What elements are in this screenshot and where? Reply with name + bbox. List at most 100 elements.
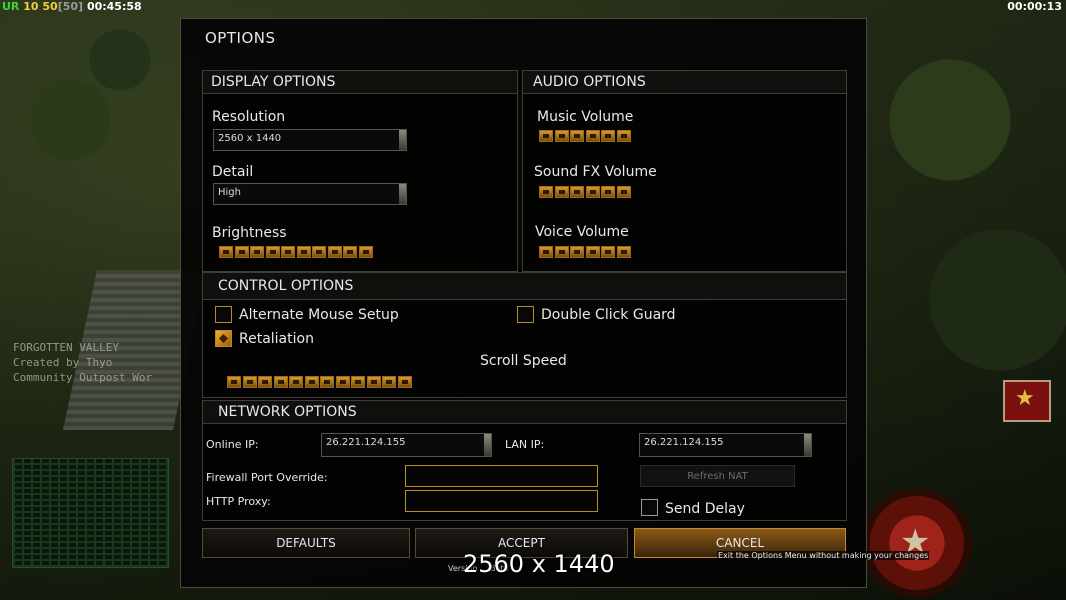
resolution-overlay-text: 2560 x 1440 — [463, 550, 615, 578]
refresh-nat-button[interactable]: Refresh NAT — [640, 465, 795, 487]
slider-notch[interactable] — [570, 186, 584, 198]
slider-notch[interactable] — [397, 376, 412, 388]
double-click-guard-label[interactable]: Double Click Guard — [541, 307, 676, 323]
slider-notch[interactable] — [281, 246, 295, 258]
slider-notch[interactable] — [554, 186, 569, 198]
music-volume-slider[interactable] — [539, 130, 632, 142]
send-delay-label[interactable]: Send Delay — [665, 501, 745, 517]
scroll-arrow-icon[interactable] — [399, 130, 406, 150]
slider-notch[interactable] — [358, 246, 373, 258]
general-promotion-icon[interactable] — [1003, 380, 1051, 422]
slider-notch[interactable] — [234, 246, 249, 258]
display-options-panel: DISPLAY OPTIONS Resolution 2560 x 1440 D… — [202, 70, 518, 272]
detail-dropdown[interactable]: High — [213, 183, 407, 205]
firewall-port-input[interactable] — [405, 465, 598, 487]
slider-notch[interactable] — [539, 246, 553, 258]
hud-stat: UR — [2, 0, 20, 13]
online-ip-dropdown[interactable]: 26.221.124.155 — [321, 433, 492, 457]
lan-ip-dropdown[interactable]: 26.221.124.155 — [639, 433, 812, 457]
send-delay-checkbox[interactable] — [641, 499, 658, 516]
brightness-slider[interactable] — [219, 246, 374, 258]
dialog-title: OPTIONS — [205, 29, 276, 47]
slider-notch[interactable] — [250, 246, 264, 258]
retaliation-checkbox[interactable] — [215, 330, 232, 347]
resolution-label: Resolution — [212, 109, 286, 125]
slider-notch[interactable] — [327, 246, 342, 258]
slider-notch[interactable] — [554, 246, 569, 258]
faction-emblem-icon — [862, 488, 972, 598]
detail-label: Detail — [212, 164, 254, 180]
scroll-arrow-icon[interactable] — [484, 434, 491, 456]
scroll-arrow-icon[interactable] — [399, 184, 406, 204]
hud-session-timer: 00:00:13 — [1007, 0, 1062, 13]
hud-game-time: 00:45:58 — [86, 0, 142, 13]
brightness-label: Brightness — [212, 225, 287, 241]
control-options-header: CONTROL OPTIONS — [203, 273, 846, 300]
slider-notch[interactable] — [335, 376, 350, 388]
online-ip-value: 26.221.124.155 — [326, 437, 406, 448]
retaliation-label[interactable]: Retaliation — [239, 331, 314, 347]
map-credit: Community Outpost Wor — [13, 371, 153, 384]
map-name: FORGOTTEN VALLEY — [13, 341, 119, 354]
slider-notch[interactable] — [570, 130, 584, 142]
slider-notch[interactable] — [320, 376, 334, 388]
slider-notch[interactable] — [585, 130, 600, 142]
defaults-button[interactable]: DEFAULTS — [202, 528, 410, 558]
slider-notch[interactable] — [366, 376, 381, 388]
network-options-heading: NETWORK OPTIONS — [218, 404, 357, 420]
resolution-dropdown[interactable]: 2560 x 1440 — [213, 129, 407, 151]
music-volume-label: Music Volume — [537, 109, 634, 125]
map-info: FORGOTTEN VALLEY Created by Thyo Communi… — [13, 340, 152, 385]
slider-notch[interactable] — [585, 246, 600, 258]
slider-notch[interactable] — [265, 246, 280, 258]
slider-notch[interactable] — [616, 186, 631, 198]
minimap[interactable] — [12, 458, 169, 568]
slider-notch[interactable] — [242, 376, 257, 388]
slider-notch[interactable] — [312, 246, 326, 258]
map-creator: Created by Thyo — [13, 356, 113, 369]
slider-notch[interactable] — [570, 246, 584, 258]
slider-notch[interactable] — [539, 186, 553, 198]
http-proxy-label: HTTP Proxy: — [206, 495, 271, 508]
audio-options-panel: AUDIO OPTIONS Music Volume Sound FX Volu… — [522, 70, 847, 272]
options-dialog: OPTIONS DISPLAY OPTIONS Resolution 2560 … — [180, 18, 867, 588]
audio-options-header: AUDIO OPTIONS — [523, 71, 846, 94]
sfx-volume-label: Sound FX Volume — [534, 164, 657, 180]
hud-stat: [50] — [57, 0, 84, 13]
slider-notch[interactable] — [273, 376, 288, 388]
slider-notch[interactable] — [343, 246, 357, 258]
hud-stat: 50 — [42, 0, 58, 13]
slider-notch[interactable] — [304, 376, 319, 388]
slider-notch[interactable] — [289, 376, 303, 388]
cancel-tooltip: Exit the Options Menu without making you… — [717, 551, 930, 560]
slider-notch[interactable] — [296, 246, 311, 258]
alternate-mouse-checkbox[interactable] — [215, 306, 232, 323]
http-proxy-input[interactable] — [405, 490, 598, 512]
slider-notch[interactable] — [351, 376, 365, 388]
slider-notch[interactable] — [616, 246, 631, 258]
scroll-speed-slider[interactable] — [227, 376, 413, 388]
slider-notch[interactable] — [258, 376, 272, 388]
control-options-panel: CONTROL OPTIONS Alternate Mouse Setup Do… — [202, 272, 847, 398]
slider-notch[interactable] — [616, 130, 631, 142]
slider-notch[interactable] — [585, 186, 600, 198]
resolution-value: 2560 x 1440 — [218, 133, 282, 144]
hud-stat: 10 — [23, 0, 39, 13]
slider-notch[interactable] — [554, 130, 569, 142]
voice-volume-slider[interactable] — [539, 246, 632, 258]
slider-notch[interactable] — [601, 246, 615, 258]
slider-notch[interactable] — [539, 130, 553, 142]
scroll-speed-label: Scroll Speed — [480, 353, 567, 369]
online-ip-label: Online IP: — [206, 438, 259, 451]
double-click-guard-checkbox[interactable] — [517, 306, 534, 323]
scroll-arrow-icon[interactable] — [804, 434, 811, 456]
display-options-header: DISPLAY OPTIONS — [203, 71, 517, 94]
slider-notch[interactable] — [219, 246, 233, 258]
alternate-mouse-label[interactable]: Alternate Mouse Setup — [239, 307, 399, 323]
slider-notch[interactable] — [601, 130, 615, 142]
audio-options-heading: AUDIO OPTIONS — [533, 74, 646, 90]
slider-notch[interactable] — [382, 376, 396, 388]
slider-notch[interactable] — [601, 186, 615, 198]
slider-notch[interactable] — [227, 376, 241, 388]
sfx-volume-slider[interactable] — [539, 186, 632, 198]
